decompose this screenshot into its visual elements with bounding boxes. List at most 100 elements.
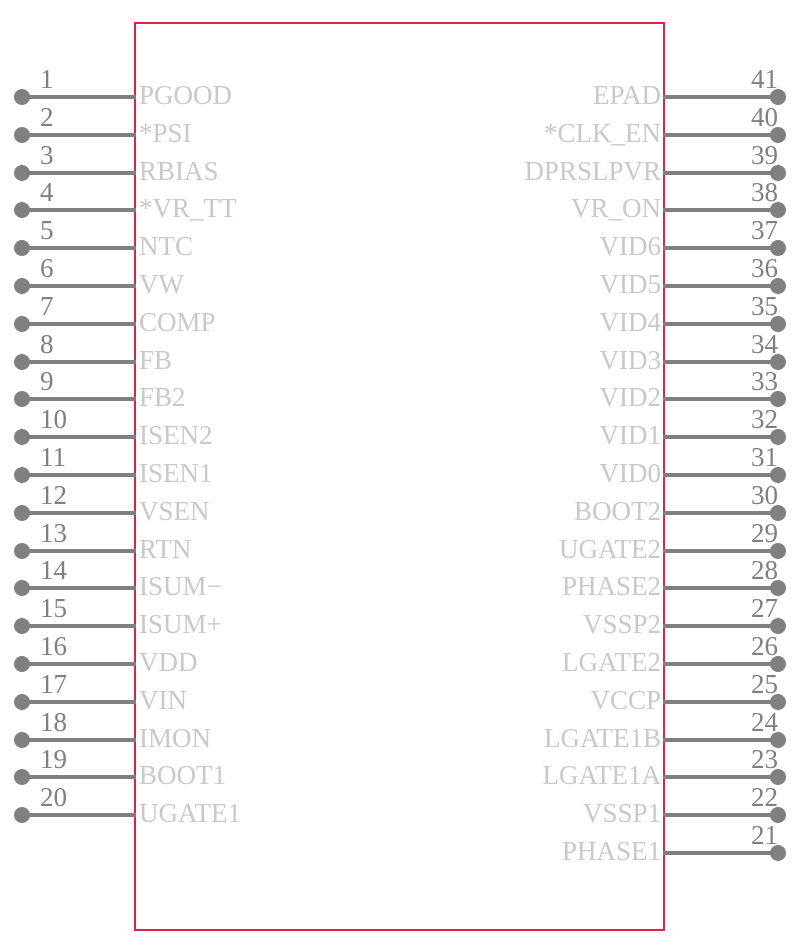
pin-number-label: 23: [751, 744, 778, 775]
pin-lead-line: [663, 359, 778, 364]
pin-lead-line: [663, 586, 778, 591]
pin-lead-line: [663, 208, 778, 213]
pin-number-label: 38: [751, 177, 778, 208]
pin-name-label: UGATE2: [559, 533, 661, 564]
pin-name-label: ISEN1: [139, 458, 213, 488]
pin-number-label: 36: [751, 253, 778, 283]
pin-number-label: 15: [40, 593, 67, 624]
pin-lead-line: [22, 170, 136, 175]
pin-name-label: FB: [139, 344, 173, 375]
pin-name-label: EPAD: [592, 80, 661, 110]
pin-lead-line: [663, 624, 778, 629]
pin-number-label: 37: [751, 215, 778, 246]
pin-lead-line: [22, 775, 136, 780]
pin-name-label: VSSP2: [582, 609, 661, 640]
pin-name-label: ISUM+: [139, 609, 222, 640]
pin-number-label: 7: [40, 290, 54, 321]
pin-number-label: 32: [751, 404, 778, 435]
pin-name-label: LGATE1B: [544, 722, 661, 753]
pin-number-label: 2: [40, 101, 54, 132]
pin-name-label: BOOT2: [574, 495, 661, 526]
pin-number-label: 12: [40, 479, 67, 510]
pin-name-label: VID3: [599, 344, 662, 375]
pin-name-label: VID5: [599, 269, 662, 299]
pin-name-label: IMON: [139, 722, 211, 753]
pin-number-label: 1: [40, 64, 54, 94]
pin-lead-line: [663, 246, 778, 251]
ic-symbol-diagram: 1 PGOOD 2 *PSI 3 RBIAS 4 *VR_TT 5 NTC 6 VW 7 COMP 8 FB 9…: [0, 0, 800, 952]
pin-number-label: 13: [40, 517, 67, 548]
pin-number-label: 21: [751, 820, 778, 850]
pin-lead-line: [22, 737, 136, 742]
pin-lead-line: [22, 397, 136, 402]
pin-name-label: VID1: [599, 420, 662, 451]
pin-lead-line: [663, 321, 778, 326]
pin-lead-line: [22, 95, 136, 99]
pin-name-label: LGATE2: [562, 647, 661, 677]
pin-lead-line: [22, 813, 136, 818]
pin-number-label: 41: [751, 64, 778, 94]
pin-lead-line: [22, 586, 136, 591]
pin-name-label: VSEN: [139, 495, 210, 526]
pin-lead-line: [663, 284, 778, 288]
pin-lead-line: [663, 775, 778, 780]
pin-number-label: 35: [751, 290, 778, 321]
pin-number-label: 19: [40, 744, 67, 775]
pin-lead-line: [663, 662, 778, 666]
pin-name-label: BOOT1: [139, 760, 226, 791]
pin-lead-line: [663, 473, 778, 477]
pin-name-label: LGATE1A: [542, 760, 661, 791]
pin-lead-line: [22, 510, 136, 515]
pin-name-label: VW: [139, 269, 184, 299]
pin-name-label: VID4: [599, 306, 662, 337]
pin-lead-line: [22, 435, 136, 440]
pin-lead-line: [663, 737, 778, 742]
pin-name-label: VID6: [599, 231, 662, 262]
pin-lead-line: [663, 548, 778, 553]
pin-lead-line: [22, 699, 136, 704]
pin-name-label: FB2: [139, 382, 186, 413]
pin-number-label: 16: [40, 631, 67, 661]
pin-lead-line: [22, 473, 136, 477]
pin-name-label: VSSP1: [582, 798, 661, 829]
pin-name-label: DPRSLPVR: [524, 155, 661, 186]
pin-lead-line: [22, 208, 136, 213]
pin-lead-line: [22, 624, 136, 629]
pin-lead-line: [663, 813, 778, 818]
pin-lead-line: [663, 170, 778, 175]
pin-number-label: 20: [40, 782, 67, 813]
pin-lead-line: [22, 321, 136, 326]
pin-number-label: 10: [40, 404, 67, 435]
pin-number-label: 25: [751, 668, 778, 699]
pin-number-label: 4: [40, 177, 54, 208]
pin-name-label: ISUM−: [139, 571, 222, 602]
pin-name-label: PHASE1: [561, 836, 661, 866]
pin-lead-line: [663, 397, 778, 402]
pin-number-label: 33: [751, 366, 778, 397]
pin-name-label: PGOOD: [139, 80, 233, 110]
pin-lead-line: [663, 851, 778, 855]
pin-number-label: 9: [40, 366, 54, 397]
pin-name-label: VR_ON: [570, 193, 661, 224]
pin-number-label: 39: [751, 139, 778, 170]
pin-number-label: 3: [40, 139, 54, 170]
pin-number-label: 28: [751, 555, 778, 586]
pin-lead-line: [22, 662, 136, 666]
pin-number-label: 5: [40, 215, 54, 246]
pin-name-label: RBIAS: [139, 155, 219, 186]
pin-name-label: NTC: [139, 231, 193, 262]
pin-name-label: COMP: [139, 306, 216, 337]
pin-name-label: VCCP: [590, 684, 661, 715]
pin-number-label: 31: [751, 442, 778, 472]
pin-lead-line: [663, 699, 778, 704]
pin-lead-line: [22, 359, 136, 364]
pin-number-label: 8: [40, 328, 54, 359]
pin-lead-line: [663, 435, 778, 440]
pin-number-label: 17: [40, 668, 67, 699]
pin-lead-line: [22, 284, 136, 288]
pin-number-label: 24: [751, 706, 778, 737]
pin-name-label: *PSI: [139, 117, 192, 148]
pin-name-label: VDD: [139, 647, 198, 677]
pin-number-label: 26: [751, 631, 778, 661]
pin-lead-line: [22, 548, 136, 553]
